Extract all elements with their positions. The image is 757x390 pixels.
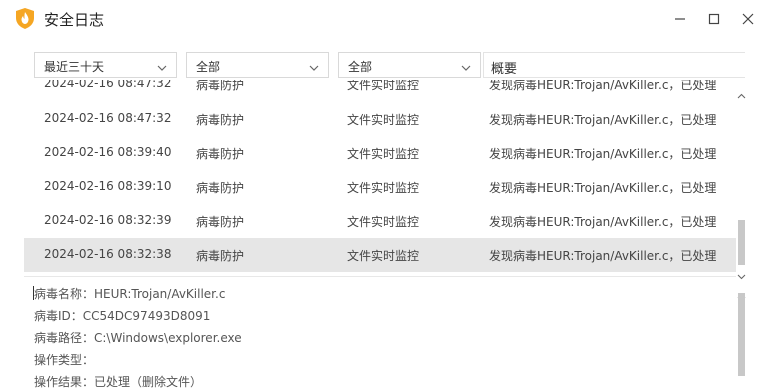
table-row[interactable]: 2024-02-16 08:39:40 病毒防护 文件实时监控 发现病毒HEUR… xyxy=(24,136,736,170)
minimize-button[interactable] xyxy=(665,6,695,32)
scroll-up-icon[interactable] xyxy=(737,284,746,299)
table-row[interactable]: 2024-02-16 08:47:32 病毒防护 文件实时监控 发现病毒HEUR… xyxy=(24,80,736,101)
detail-scrollbar-thumb[interactable] xyxy=(738,293,745,376)
row-description: 发现病毒HEUR:Trojan/AvKiller.c，已处理 xyxy=(489,147,717,161)
filter-bar: 最近三十天 全部 全部 概要 xyxy=(0,48,757,80)
time-range-value: 最近三十天 xyxy=(44,60,105,74)
row-time: 2024-02-16 08:39:40 xyxy=(44,145,172,159)
row-category: 病毒防护 xyxy=(196,113,245,127)
table-scrollbar[interactable] xyxy=(736,80,747,280)
source-select[interactable]: 全部 xyxy=(338,52,481,78)
row-category: 病毒防护 xyxy=(196,80,245,92)
detail-virus-name: 病毒名称：HEUR:Trojan/AvKiller.c xyxy=(34,287,226,301)
row-description: 发现病毒HEUR:Trojan/AvKiller.c，已处理 xyxy=(489,215,717,229)
chevron-down-icon xyxy=(157,61,167,75)
scroll-down-icon[interactable] xyxy=(737,265,746,280)
source-value: 全部 xyxy=(348,60,373,74)
row-source: 文件实时监控 xyxy=(347,181,420,195)
row-time: 2024-02-16 08:39:10 xyxy=(44,179,172,193)
maximize-button[interactable] xyxy=(699,6,729,32)
close-icon xyxy=(742,13,754,25)
row-time: 2024-02-16 08:32:39 xyxy=(44,213,172,227)
time-range-select[interactable]: 最近三十天 xyxy=(34,52,177,78)
table-row-selected[interactable]: 2024-02-16 08:32:38 病毒防护 文件实时监控 发现病毒HEUR… xyxy=(24,238,736,272)
window-title: 安全日志 xyxy=(44,11,105,29)
row-time: 2024-02-16 08:47:32 xyxy=(44,80,172,90)
detail-scrollbar[interactable] xyxy=(736,281,747,376)
table-row[interactable]: 2024-02-16 08:32:39 病毒防护 文件实时监控 发现病毒HEUR… xyxy=(24,204,736,238)
row-time: 2024-02-16 08:32:38 xyxy=(44,247,172,261)
row-source: 文件实时监控 xyxy=(347,147,420,161)
row-category: 病毒防护 xyxy=(196,249,245,263)
row-source: 文件实时监控 xyxy=(347,249,420,263)
detail-panel[interactable]: 病毒名称：HEUR:Trojan/AvKiller.c 病毒ID：CC54DC9… xyxy=(24,281,736,389)
close-button[interactable] xyxy=(733,6,757,32)
row-source: 文件实时监控 xyxy=(347,113,420,127)
scroll-up-icon[interactable] xyxy=(737,84,746,99)
detail-virus-id: 病毒ID：CC54DC97493D8091 xyxy=(34,309,211,323)
row-time: 2024-02-16 08:47:32 xyxy=(44,111,172,125)
panel-divider xyxy=(24,276,736,277)
detail-op-type: 操作类型： xyxy=(34,353,95,367)
category-select[interactable]: 全部 xyxy=(186,52,329,78)
row-category: 病毒防护 xyxy=(196,147,245,161)
log-table: 2024-02-16 08:47:32 病毒防护 文件实时监控 发现病毒HEUR… xyxy=(24,80,736,273)
minimize-icon xyxy=(674,13,686,25)
summary-header-label: 概要 xyxy=(491,62,518,77)
row-description: 发现病毒HEUR:Trojan/AvKiller.c，已处理 xyxy=(489,80,717,92)
row-source: 文件实时监控 xyxy=(347,80,420,92)
summary-column-header: 概要 xyxy=(483,52,745,78)
table-scrollbar-thumb[interactable] xyxy=(738,220,745,265)
table-row[interactable]: 2024-02-16 08:39:10 病毒防护 文件实时监控 发现病毒HEUR… xyxy=(24,170,736,204)
maximize-icon xyxy=(708,13,720,25)
detail-virus-path: 病毒路径：C:\Windows\explorer.exe xyxy=(34,331,242,345)
title-bar: 安全日志 xyxy=(0,0,757,38)
row-description: 发现病毒HEUR:Trojan/AvKiller.c，已处理 xyxy=(489,113,717,127)
chevron-down-icon xyxy=(309,61,319,75)
row-source: 文件实时监控 xyxy=(347,215,420,229)
shield-logo-icon xyxy=(16,8,34,29)
row-category: 病毒防护 xyxy=(196,215,245,229)
category-value: 全部 xyxy=(196,60,221,74)
table-row[interactable]: 2024-02-16 08:47:32 病毒防护 文件实时监控 发现病毒HEUR… xyxy=(24,102,736,136)
row-category: 病毒防护 xyxy=(196,181,245,195)
row-description: 发现病毒HEUR:Trojan/AvKiller.c，已处理 xyxy=(489,249,717,263)
row-description: 发现病毒HEUR:Trojan/AvKiller.c，已处理 xyxy=(489,181,717,195)
chevron-down-icon xyxy=(461,61,471,75)
